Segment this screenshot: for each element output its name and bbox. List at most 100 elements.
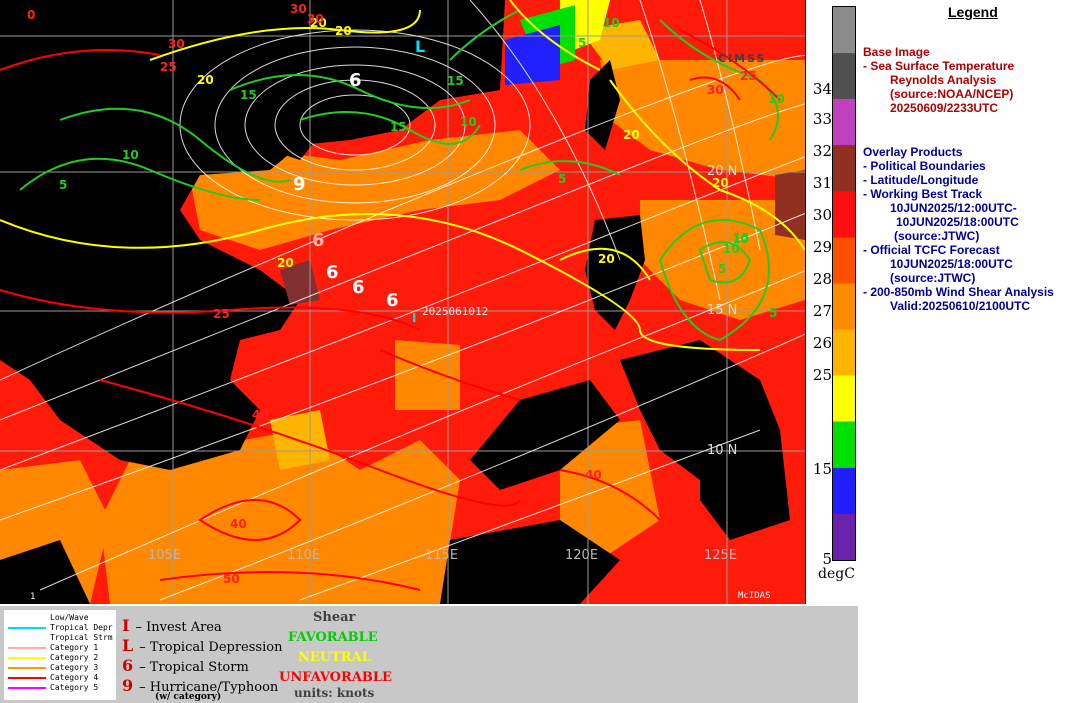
contour-label: 10 bbox=[460, 115, 477, 129]
colorbar-tick: 33 bbox=[812, 110, 832, 128]
contour-label: 10 bbox=[122, 148, 139, 162]
contour-label: 0 bbox=[27, 8, 36, 22]
contour-label: 20 bbox=[277, 256, 294, 270]
contour-label: 20 bbox=[598, 252, 615, 266]
overlay-header: Overlay Products bbox=[863, 145, 963, 159]
contour-label: 30 bbox=[707, 83, 724, 97]
intensity-swatch bbox=[8, 666, 46, 669]
contour-label: 15 bbox=[240, 88, 257, 102]
sst-colorbar: 34 33 32 31 30 29 28 27 26 25 15 5 degC bbox=[805, 0, 859, 604]
intensity-label: Category 2 bbox=[50, 653, 99, 662]
contour-label: 20 bbox=[623, 128, 640, 142]
longitude-label: 115E bbox=[425, 548, 459, 563]
invest-key: I – Invest Area bbox=[122, 616, 222, 635]
storm-symbol: 6 bbox=[122, 656, 134, 675]
intensity-label: Tropical Strm bbox=[50, 633, 113, 642]
shear-neutral: NEUTRAL bbox=[298, 650, 371, 665]
intensity-swatch bbox=[8, 616, 46, 619]
cimss-logo: CIMSS bbox=[718, 52, 767, 65]
overlay-line: 10JUN2025/18:00UTC bbox=[896, 215, 1019, 229]
overlay-line: - Official TCFC Forecast bbox=[863, 243, 1000, 257]
base-image-line: - Sea Surface Temperature bbox=[863, 59, 1015, 73]
legend-panel: Legend Base Image - Sea Surface Temperat… bbox=[858, 0, 1071, 701]
svg-text:6: 6 bbox=[312, 230, 325, 251]
intensity-label: Category 1 bbox=[50, 643, 99, 652]
base-image-line: Reynolds Analysis bbox=[890, 73, 997, 87]
depression-symbol: L bbox=[122, 636, 134, 655]
colorbar-tick: 15 bbox=[812, 460, 832, 478]
storm-key: 6 – Tropical Storm bbox=[122, 656, 249, 675]
colorbar-tick: 27 bbox=[812, 302, 832, 320]
contour-label: 5 bbox=[718, 262, 727, 276]
overlay-line: Valid:20250610/2100UTC bbox=[890, 299, 1031, 313]
contour-label: 15 bbox=[390, 120, 407, 134]
intensity-swatch bbox=[8, 626, 46, 629]
overlay-line: 10JUN2025/12:00UTC- bbox=[890, 201, 1017, 215]
colorbar-strip bbox=[832, 6, 856, 561]
storm-intensity-key: Low/Wave Tropical Depr Tropical Strm Cat… bbox=[4, 610, 116, 700]
storm-label: – Tropical Storm bbox=[139, 660, 249, 675]
overlay-line: - Political Boundaries bbox=[863, 159, 986, 173]
base-image-header: Base Image bbox=[863, 45, 930, 59]
intensity-label: Tropical Depr bbox=[50, 623, 113, 632]
intensity-swatch bbox=[8, 636, 46, 639]
contour-label: 20 bbox=[335, 24, 352, 38]
bottom-key-panel: Low/Wave Tropical Depr Tropical Strm Cat… bbox=[0, 604, 858, 703]
mcidas-footer: McIDAS bbox=[738, 591, 771, 601]
invest-label: – Invest Area bbox=[135, 620, 222, 635]
contour-label: 30 bbox=[307, 12, 324, 26]
svg-text:6: 6 bbox=[352, 277, 365, 298]
contour-label: 20 bbox=[197, 73, 214, 87]
svg-text:6: 6 bbox=[386, 290, 399, 311]
intensity-label: Category 4 bbox=[50, 673, 99, 682]
map-graphics: 6 6 6 6 I 6 9 L bbox=[0, 0, 805, 604]
latitude-label: 15 N bbox=[707, 303, 738, 318]
track-time-label: 2025061012 bbox=[422, 305, 489, 318]
colorbar-tick: 29 bbox=[812, 238, 832, 256]
intensity-swatch bbox=[8, 686, 46, 689]
colorbar-tick: 30 bbox=[812, 206, 832, 224]
contour-label: 25 bbox=[740, 69, 757, 83]
contour-label: 40 bbox=[585, 468, 602, 482]
shear-favorable: FAVORABLE bbox=[288, 630, 378, 645]
colorbar-tick: 32 bbox=[812, 142, 832, 160]
intensity-swatch bbox=[8, 656, 46, 659]
longitude-label: 125E bbox=[704, 548, 738, 563]
contour-label: 25 bbox=[213, 307, 230, 321]
svg-text:6: 6 bbox=[326, 262, 339, 283]
shear-units: units: knots bbox=[294, 686, 375, 700]
depression-marker: L bbox=[415, 37, 425, 56]
intensity-swatch bbox=[8, 646, 46, 649]
contour-label: 15 bbox=[447, 74, 464, 88]
intensity-label: Category 5 bbox=[50, 683, 99, 692]
latitude-label: 20 N bbox=[707, 164, 738, 179]
longitude-label: 120E bbox=[565, 548, 599, 563]
svg-text:9: 9 bbox=[293, 174, 306, 195]
overlay-line: (source:JTWC) bbox=[890, 271, 976, 285]
longitude-label: 105E bbox=[148, 548, 182, 563]
contour-label: 30 bbox=[290, 2, 307, 16]
overlay-line: (source:JTWC) bbox=[894, 229, 980, 243]
depression-label: – Tropical Depression bbox=[139, 640, 283, 655]
contour-label: 5 bbox=[578, 36, 587, 50]
svg-text:I: I bbox=[412, 311, 416, 325]
colorbar-tick: 31 bbox=[812, 174, 832, 192]
intensity-label: Category 3 bbox=[50, 663, 99, 672]
svg-text:6: 6 bbox=[349, 70, 362, 91]
contour-label: 25 bbox=[160, 60, 177, 74]
shear-unfavorable: UNFAVORABLE bbox=[279, 670, 392, 685]
base-image-line: (source:NOAA/NCEP) bbox=[890, 87, 1014, 101]
corner-index: 1 bbox=[30, 592, 36, 602]
contour-label: 5 bbox=[59, 178, 68, 192]
contour-label: 40 bbox=[230, 517, 247, 531]
contour-label: 10 bbox=[603, 16, 620, 30]
longitude-label: 110E bbox=[287, 548, 321, 563]
latitude-label: 10 N bbox=[707, 443, 738, 458]
contour-label: 50 bbox=[223, 572, 240, 586]
sst-shear-map: 6 6 6 6 I 6 9 L 5 10 15 10 15 10 5 10 10… bbox=[0, 0, 805, 604]
overlay-line: 10JUN2025/18:00UTC bbox=[890, 257, 1013, 271]
contour-label: 30 bbox=[168, 37, 185, 51]
depression-key: L – Tropical Depression bbox=[122, 636, 282, 655]
base-image-line: 20250609/2233UTC bbox=[890, 101, 999, 115]
contour-label: 10 bbox=[768, 92, 785, 106]
